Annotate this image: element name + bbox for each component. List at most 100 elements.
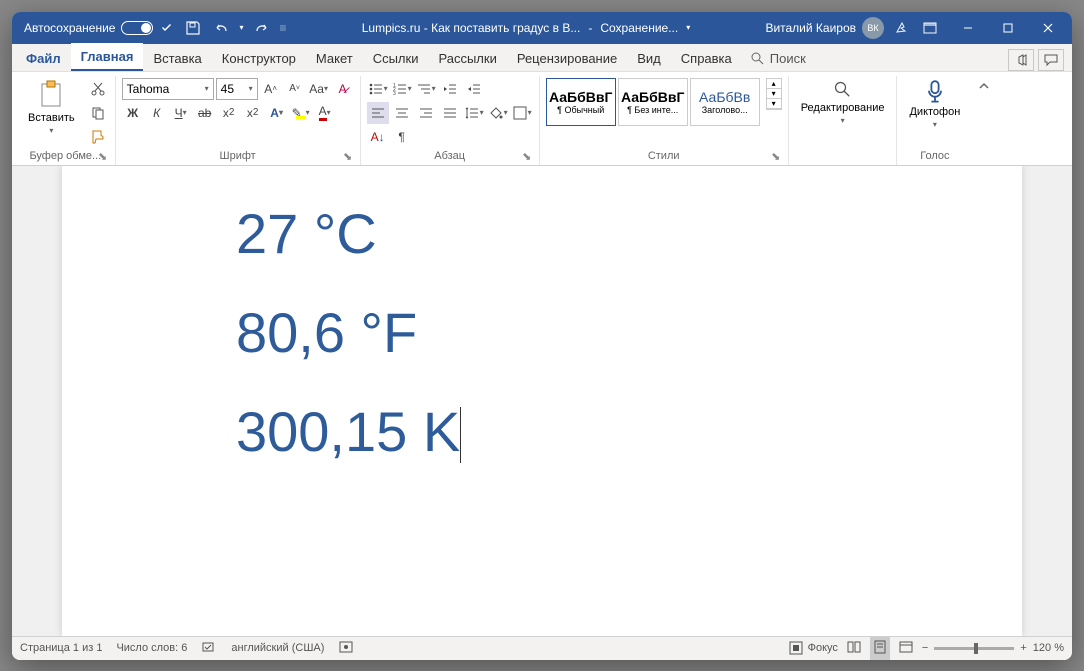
spell-check-icon[interactable] — [201, 639, 217, 658]
align-right-button[interactable] — [415, 102, 437, 124]
font-size-combo[interactable]: 45▾ — [216, 78, 258, 100]
focus-mode[interactable]: Фокус — [788, 640, 838, 656]
dialog-launcher-icon[interactable]: ⬊ — [97, 150, 109, 162]
print-layout-button[interactable] — [870, 637, 890, 660]
dictate-button[interactable]: Диктофон ▾ — [903, 78, 966, 131]
tab-review[interactable]: Рецензирование — [507, 45, 627, 71]
qat-more[interactable]: ≡ — [280, 21, 287, 35]
sort-button[interactable]: A↓ — [367, 126, 389, 148]
close-button[interactable] — [1028, 12, 1068, 44]
doc-line-3[interactable]: 300,15 K — [236, 399, 1022, 464]
border-icon — [512, 105, 528, 121]
tab-insert[interactable]: Вставка — [143, 45, 211, 71]
chevron-up-icon — [978, 80, 990, 92]
tab-layout[interactable]: Макет — [306, 45, 363, 71]
editing-button[interactable]: Редактирование ▾ — [795, 78, 891, 127]
page[interactable]: 27 °C 80,6 °F 300,15 K — [62, 166, 1022, 636]
align-left-button[interactable] — [367, 102, 389, 124]
collapse-ribbon-button[interactable] — [972, 76, 996, 165]
dialog-launcher-icon[interactable]: ⬊ — [342, 150, 354, 162]
highlight-button[interactable]: ✎▾ — [290, 102, 312, 124]
multilevel-button[interactable]: ▾ — [415, 78, 437, 100]
page-indicator[interactable]: Страница 1 из 1 — [20, 642, 102, 654]
outdent-icon — [442, 81, 458, 97]
share-button[interactable] — [1008, 49, 1034, 71]
undo-dropdown[interactable]: ▾ — [239, 23, 243, 32]
chevron-down-icon[interactable]: ▾ — [767, 89, 781, 99]
tab-mailings[interactable]: Рассылки — [428, 45, 506, 71]
undo-icon[interactable] — [211, 18, 231, 38]
web-layout-button[interactable] — [898, 639, 914, 658]
paint-bucket-icon — [488, 105, 504, 121]
coming-soon-icon[interactable] — [892, 18, 912, 38]
increase-indent-button[interactable] — [463, 78, 485, 100]
search-box[interactable]: Поиск — [742, 47, 814, 71]
document-area[interactable]: 27 °C 80,6 °F 300,15 K — [12, 166, 1072, 636]
shrink-font-button[interactable]: A˅ — [284, 78, 306, 100]
comments-button[interactable] — [1038, 49, 1064, 71]
tab-file[interactable]: Файл — [16, 45, 71, 71]
grow-font-button[interactable]: A˄ — [260, 78, 282, 100]
autosave-toggle[interactable]: Автосохранение — [16, 20, 175, 36]
chevron-up-icon[interactable]: ▴ — [767, 79, 781, 89]
group-voice-label: Голос — [920, 150, 949, 162]
underline-button[interactable]: Ч▾ — [170, 102, 192, 124]
copy-button[interactable] — [87, 102, 109, 124]
tab-home[interactable]: Главная — [71, 43, 144, 71]
tab-design[interactable]: Конструктор — [212, 45, 306, 71]
style-normal[interactable]: АаБбВвГ ¶ Обычный — [546, 78, 616, 126]
language-indicator[interactable]: английский (США) — [231, 642, 324, 654]
cut-button[interactable] — [87, 78, 109, 100]
format-painter-button[interactable] — [87, 126, 109, 148]
superscript-button[interactable]: x2 — [242, 102, 264, 124]
clear-format-button[interactable]: A̷ — [332, 78, 354, 100]
redo-icon[interactable] — [252, 18, 272, 38]
style-no-spacing[interactable]: АаБбВвГ ¶ Без инте... — [618, 78, 688, 126]
minimize-button[interactable] — [948, 12, 988, 44]
borders-button[interactable]: ▾ — [511, 102, 533, 124]
italic-button[interactable]: К — [146, 102, 168, 124]
align-center-button[interactable] — [391, 102, 413, 124]
zoom-out-button[interactable]: − — [922, 642, 928, 654]
tab-view[interactable]: Вид — [627, 45, 671, 71]
justify-button[interactable] — [439, 102, 461, 124]
line-spacing-button[interactable]: ▾ — [463, 102, 485, 124]
group-editing: Редактирование ▾ — [789, 76, 898, 165]
doc-line-1[interactable]: 27 °C — [236, 201, 1022, 266]
title-dropdown[interactable]: ▾ — [686, 23, 690, 32]
shading-button[interactable]: ▾ — [487, 102, 509, 124]
subscript-button[interactable]: x2 — [218, 102, 240, 124]
tab-help[interactable]: Справка — [671, 45, 742, 71]
paste-button[interactable]: Вставить ▾ — [22, 78, 81, 137]
font-color-button[interactable]: A▾ — [314, 102, 336, 124]
zoom-level[interactable]: 120 % — [1033, 642, 1064, 654]
tab-references[interactable]: Ссылки — [363, 45, 429, 71]
decrease-indent-button[interactable] — [439, 78, 461, 100]
doc-line-2[interactable]: 80,6 °F — [236, 300, 1022, 365]
strike-button[interactable]: ab — [194, 102, 216, 124]
dialog-launcher-icon[interactable]: ⬊ — [770, 150, 782, 162]
bullets-button[interactable]: ▾ — [367, 78, 389, 100]
read-mode-button[interactable] — [846, 639, 862, 658]
text-effects-button[interactable]: A▾ — [266, 102, 288, 124]
ribbon-display-icon[interactable] — [920, 18, 940, 38]
user-account[interactable]: Виталий Каиров ВК — [765, 17, 884, 39]
change-case-button[interactable]: Aa▾ — [308, 78, 330, 100]
show-marks-button[interactable]: ¶ — [391, 126, 413, 148]
zoom-in-button[interactable]: + — [1020, 642, 1026, 654]
style-heading1[interactable]: АаБбВв Заголово... — [690, 78, 760, 126]
more-icon[interactable]: ▾ — [767, 99, 781, 109]
font-name-combo[interactable]: Tahoma▾ — [122, 78, 214, 100]
macro-icon[interactable] — [338, 639, 354, 658]
zoom-slider[interactable] — [934, 647, 1014, 650]
align-center-icon — [394, 105, 410, 121]
style-gallery-controls[interactable]: ▴ ▾ ▾ — [766, 78, 782, 110]
justify-icon — [442, 105, 458, 121]
book-icon — [846, 639, 862, 655]
maximize-button[interactable] — [988, 12, 1028, 44]
numbering-button[interactable]: 123▾ — [391, 78, 413, 100]
dialog-launcher-icon[interactable]: ⬊ — [521, 150, 533, 162]
bold-button[interactable]: Ж — [122, 102, 144, 124]
word-count[interactable]: Число слов: 6 — [116, 642, 187, 654]
save-icon[interactable] — [183, 18, 203, 38]
